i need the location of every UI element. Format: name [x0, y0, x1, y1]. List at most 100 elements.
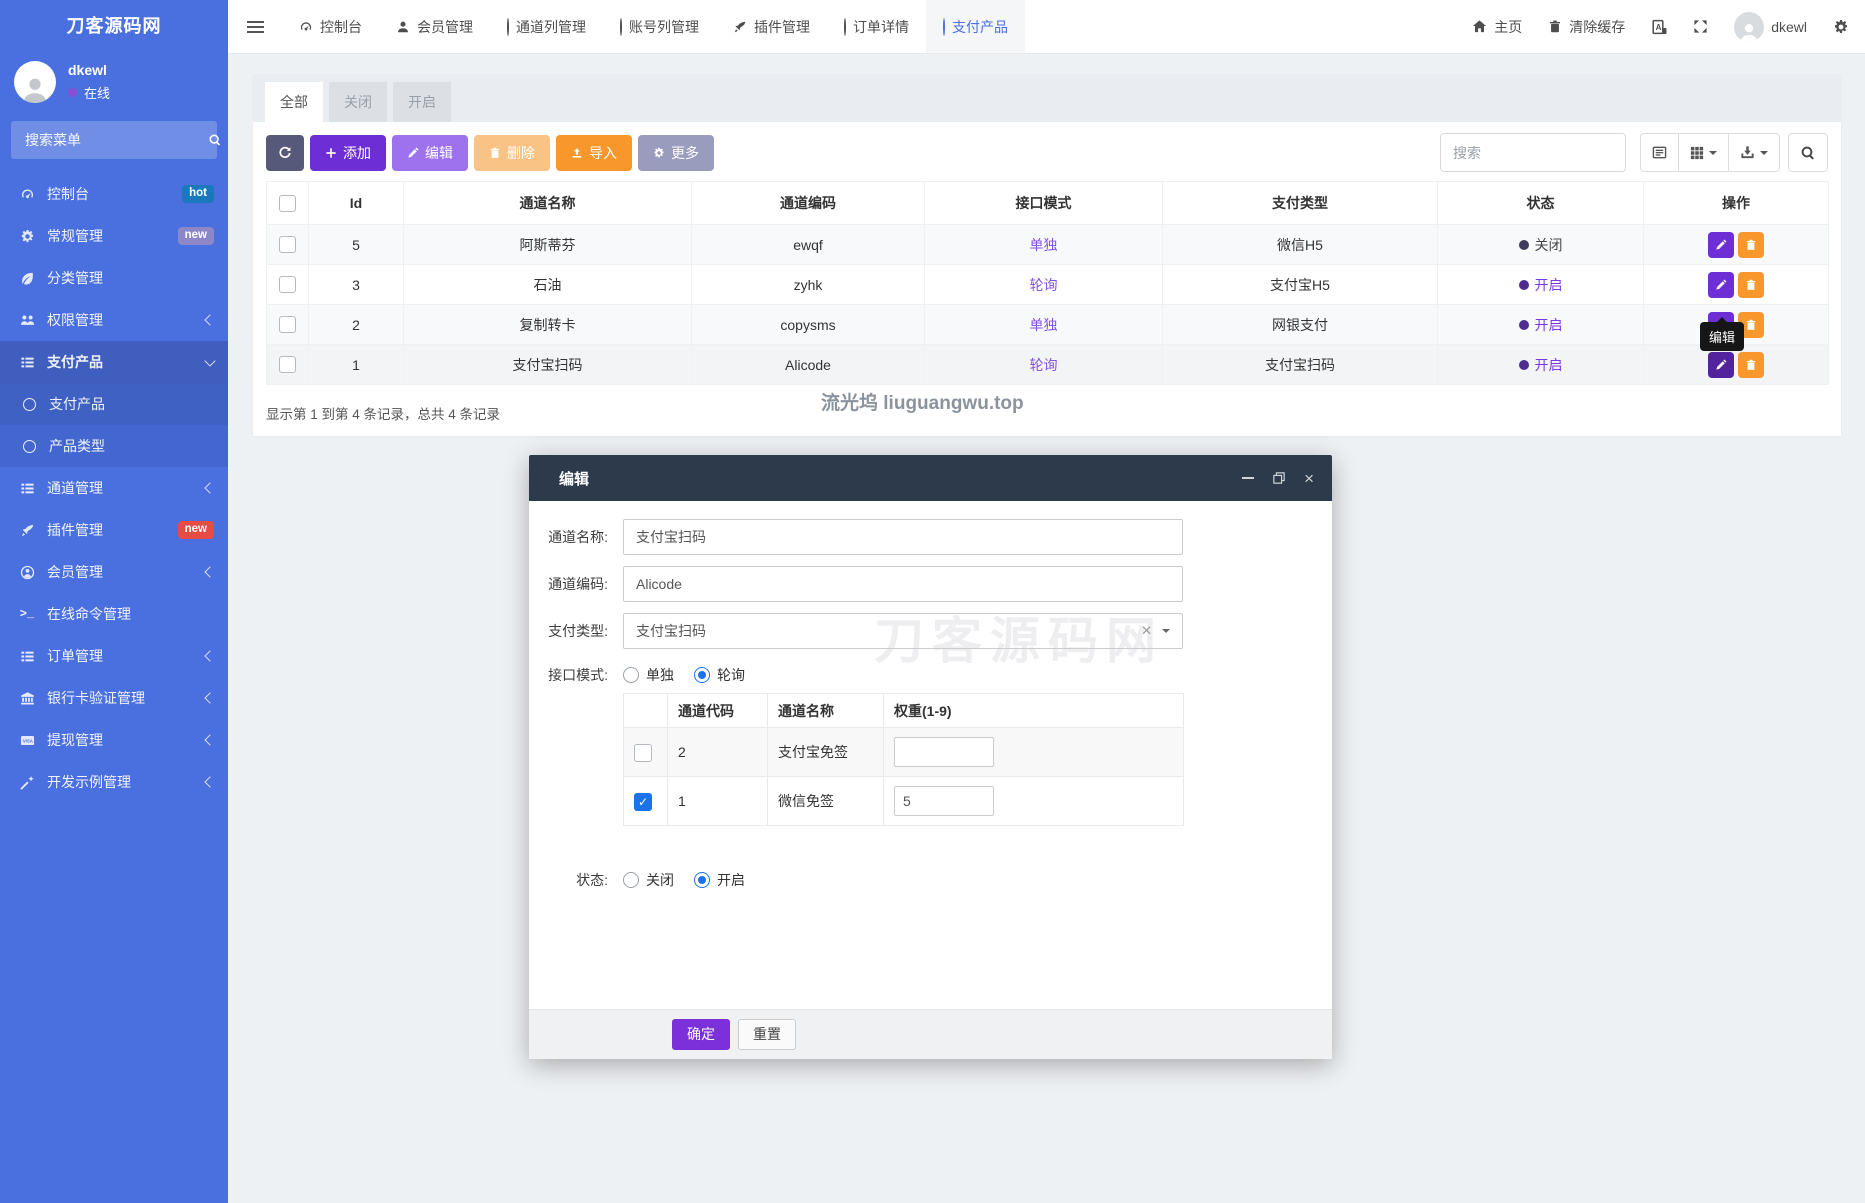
- channel-name-input[interactable]: [623, 519, 1183, 555]
- sidebar-item-command[interactable]: >_在线命令管理: [0, 593, 228, 635]
- edit-button[interactable]: [1708, 352, 1734, 378]
- filter-tab-all[interactable]: 全部: [265, 82, 323, 122]
- edit-button[interactable]: [1708, 232, 1734, 258]
- tab-channel-list[interactable]: 通道列管理: [490, 0, 603, 53]
- menu-toggle-icon[interactable]: [228, 0, 282, 53]
- column-header[interactable]: Id: [309, 182, 404, 225]
- chevron-left-icon: [204, 650, 215, 661]
- channel-checkbox[interactable]: ✓: [634, 793, 652, 811]
- refresh-icon: [278, 146, 292, 160]
- import-button[interactable]: 导入: [556, 135, 632, 171]
- mode-link[interactable]: 轮询: [1030, 277, 1058, 293]
- confirm-button[interactable]: 确定: [672, 1019, 730, 1050]
- gears-icon: [18, 229, 36, 244]
- tab-pay-product[interactable]: 支付产品: [926, 0, 1025, 53]
- clear-select-icon[interactable]: ✕: [1141, 623, 1152, 639]
- row-checkbox[interactable]: [279, 356, 296, 373]
- more-button[interactable]: 更多: [638, 135, 714, 171]
- tab-dashboard[interactable]: 控制台: [282, 0, 379, 53]
- chevron-down-icon: [204, 355, 215, 366]
- sidebar-item-member[interactable]: 会员管理: [0, 551, 228, 593]
- channel-checkbox[interactable]: [634, 744, 652, 762]
- weight-input[interactable]: [894, 786, 994, 816]
- sidebar-item-example[interactable]: 开发示例管理: [0, 761, 228, 803]
- mode-radio-单独[interactable]: 单独: [623, 665, 674, 685]
- mode-link[interactable]: 轮询: [1030, 357, 1058, 373]
- table-search-input[interactable]: [1440, 133, 1626, 172]
- row-checkbox[interactable]: [279, 276, 296, 293]
- edit-button[interactable]: 编辑: [392, 135, 468, 171]
- search-button[interactable]: [1788, 133, 1828, 172]
- columns-icon[interactable]: [1678, 133, 1728, 172]
- select-all-checkbox[interactable]: [279, 195, 296, 212]
- maximize-icon[interactable]: [1273, 472, 1285, 484]
- tab-member[interactable]: 会员管理: [379, 0, 490, 53]
- filter-tab-closed[interactable]: 关闭: [329, 82, 387, 122]
- row-checkbox[interactable]: [279, 236, 296, 253]
- channel-code: Alicode: [692, 345, 925, 385]
- sidebar-item-product-type[interactable]: 产品类型: [0, 425, 228, 467]
- column-header[interactable]: 状态: [1438, 182, 1644, 225]
- sidebar-item-pay-product-sub[interactable]: 支付产品: [0, 383, 228, 425]
- reset-button[interactable]: 重置: [738, 1019, 796, 1050]
- tab-addon[interactable]: 插件管理: [716, 0, 827, 53]
- close-icon[interactable]: ×: [1304, 470, 1314, 487]
- status-radio-开启[interactable]: 开启: [694, 870, 745, 890]
- clear-cache-button[interactable]: 清除缓存: [1548, 17, 1625, 37]
- column-header[interactable]: 通道编码: [692, 182, 925, 225]
- channels-column-header: 通道代码: [668, 694, 768, 728]
- mode-link[interactable]: 单独: [1030, 317, 1058, 333]
- trash-icon: [489, 147, 501, 159]
- sidebar-item-general[interactable]: 常规管理new: [0, 215, 228, 257]
- fullscreen-icon[interactable]: [1693, 19, 1708, 34]
- sidebar-item-pay-product[interactable]: 支付产品: [0, 341, 228, 383]
- detail-view-icon[interactable]: [1640, 133, 1678, 172]
- weight-input[interactable]: [894, 737, 994, 767]
- edit-tooltip: 编辑: [1700, 322, 1744, 351]
- home-button[interactable]: 主页: [1472, 17, 1522, 37]
- edit-button[interactable]: [1708, 272, 1734, 298]
- status-radio-关闭[interactable]: 关闭: [623, 870, 674, 890]
- cogs-icon[interactable]: [1833, 19, 1849, 35]
- row-checkbox[interactable]: [279, 316, 296, 333]
- sidebar-item-category[interactable]: 分类管理: [0, 257, 228, 299]
- filter-tab-open[interactable]: 开启: [393, 82, 451, 122]
- refresh-button[interactable]: [266, 135, 304, 171]
- tab-account-list[interactable]: 账号列管理: [603, 0, 716, 53]
- sidebar-search[interactable]: [11, 121, 217, 159]
- language-icon[interactable]: A: [1651, 19, 1667, 35]
- column-header[interactable]: 通道名称: [404, 182, 692, 225]
- pay-type-select[interactable]: 支付宝扫码 ✕: [623, 613, 1183, 649]
- tab-order-detail[interactable]: 订单详情: [827, 0, 926, 53]
- sidebar-item-bankcard[interactable]: 银行卡验证管理: [0, 677, 228, 719]
- channel-code-input[interactable]: [623, 566, 1183, 602]
- dialog-header[interactable]: 编辑 ×: [529, 455, 1332, 501]
- avatar[interactable]: [14, 61, 56, 103]
- add-button[interactable]: 添加: [310, 135, 386, 171]
- column-header[interactable]: 支付类型: [1163, 182, 1438, 225]
- sidebar-search-input[interactable]: [23, 131, 208, 149]
- sidebar-item-addon[interactable]: 插件管理new: [0, 509, 228, 551]
- delete-button[interactable]: [1738, 352, 1764, 378]
- sidebar-item-order[interactable]: 订单管理: [0, 635, 228, 677]
- sidebar-item-label: 开发示例管理: [47, 772, 206, 792]
- sidebar-item-dashboard[interactable]: 控制台hot: [0, 173, 228, 215]
- gear-icon: [653, 147, 665, 159]
- row-id: 3: [309, 265, 404, 305]
- column-header[interactable]: 操作: [1644, 182, 1829, 225]
- pay-type: 微信H5: [1163, 225, 1438, 265]
- column-header[interactable]: 接口模式: [925, 182, 1163, 225]
- tab-label: 插件管理: [754, 17, 810, 37]
- mode-link[interactable]: 单独: [1030, 237, 1058, 253]
- user-block: dkewl 在线: [0, 53, 228, 115]
- delete-button[interactable]: [1738, 232, 1764, 258]
- delete-button[interactable]: [1738, 272, 1764, 298]
- sidebar-item-channel[interactable]: 通道管理: [0, 467, 228, 509]
- sidebar-item-auth[interactable]: 权限管理: [0, 299, 228, 341]
- mode-radio-轮询[interactable]: 轮询: [694, 665, 745, 685]
- minimize-icon[interactable]: [1242, 477, 1254, 479]
- sidebar-item-withdraw[interactable]: VISA提现管理: [0, 719, 228, 761]
- export-icon[interactable]: [1728, 133, 1780, 172]
- topbar-user[interactable]: dkewl: [1734, 12, 1807, 42]
- delete-button[interactable]: 删除: [474, 135, 550, 171]
